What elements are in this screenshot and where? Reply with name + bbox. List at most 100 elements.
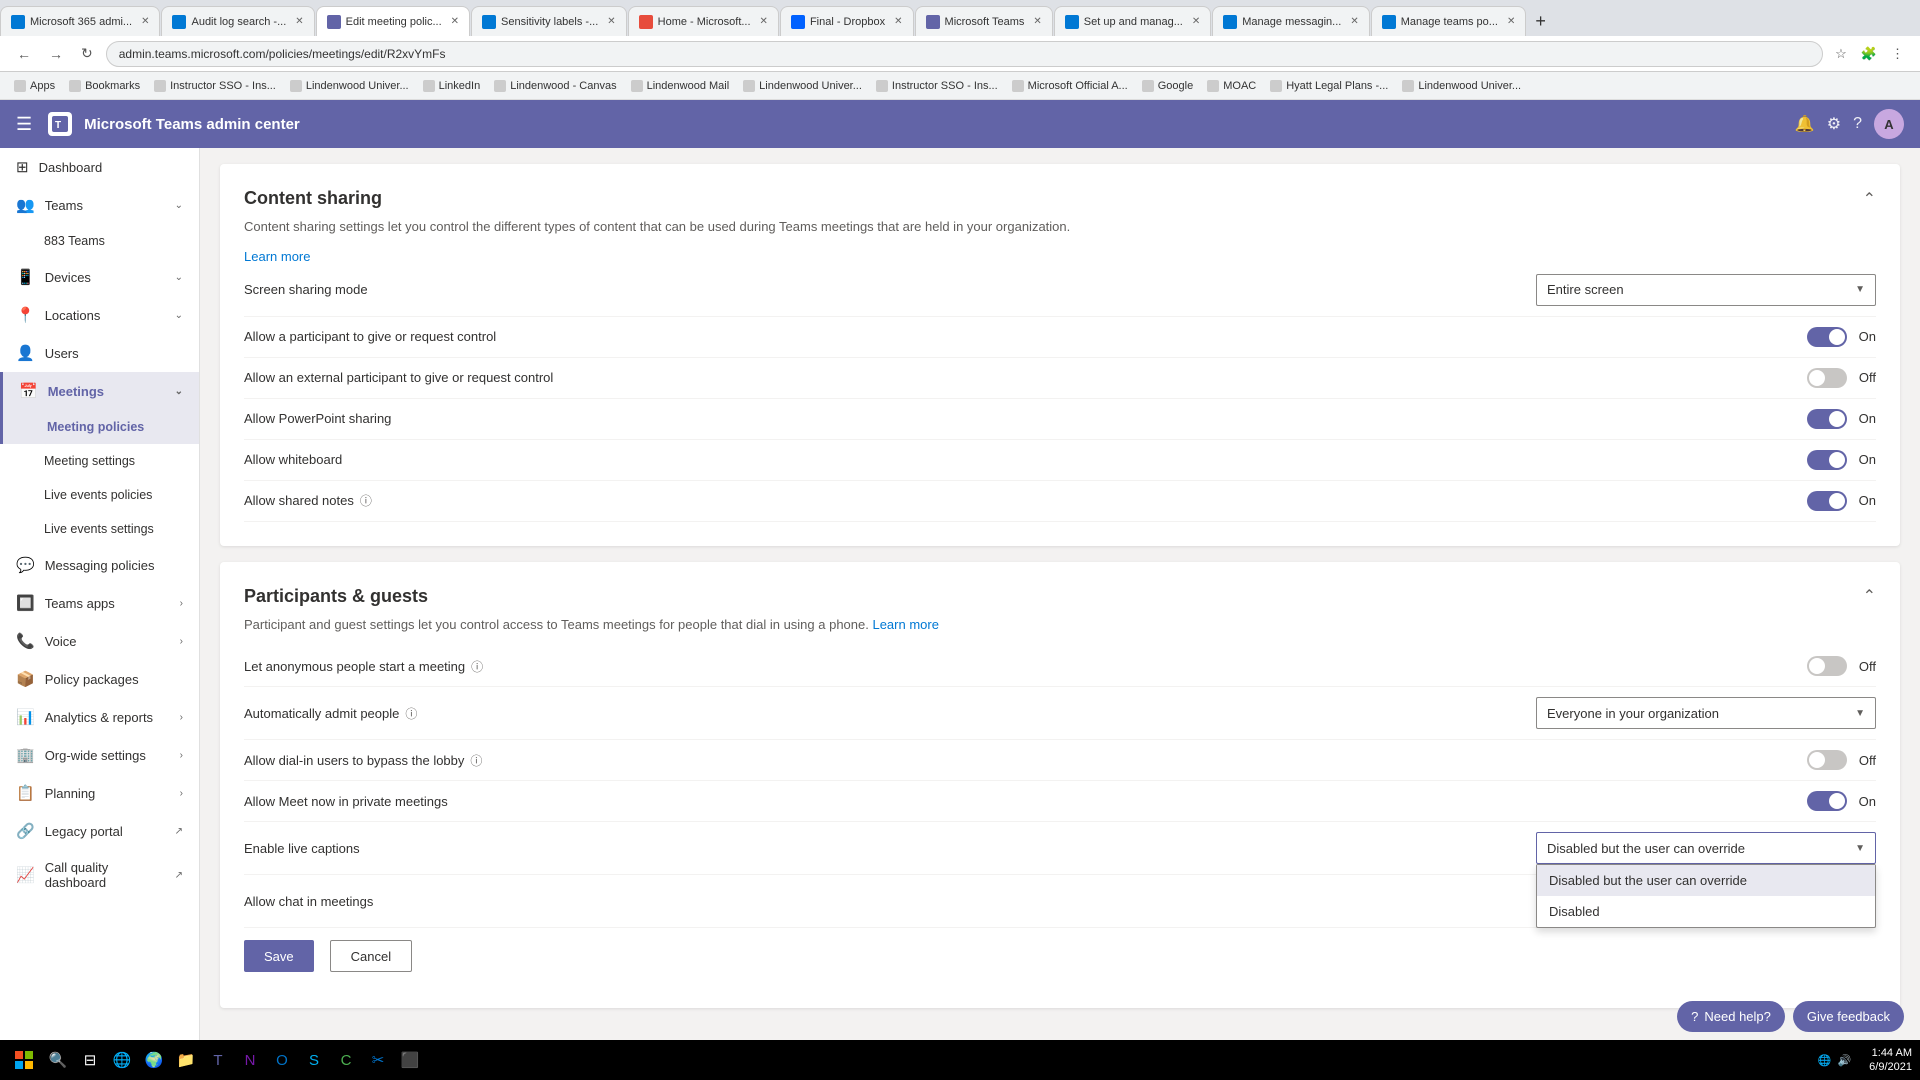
bookmark-item[interactable]: Lindenwood Univer...	[284, 78, 415, 94]
taskbar-search[interactable]: 🔍	[44, 1046, 72, 1074]
sidebar-item-dashboard[interactable]: ⊞Dashboard	[0, 148, 199, 186]
bookmark-btn[interactable]: ☆	[1831, 44, 1851, 64]
tab-t9[interactable]: Manage messagin...✕	[1212, 6, 1369, 36]
taskbar-snip[interactable]: ✂	[364, 1046, 392, 1074]
user-avatar[interactable]: A	[1874, 109, 1904, 139]
auto-admit-dropdown-btn[interactable]: Everyone in your organization ▼	[1536, 697, 1876, 729]
help-icon[interactable]: ?	[1853, 115, 1862, 133]
bookmark-item[interactable]: Lindenwood - Canvas	[488, 78, 622, 94]
sidebar-item-meetings[interactable]: 📅Meetings⌄	[0, 372, 199, 410]
dial-in-bypass-info-icon[interactable]: ⓘ	[470, 752, 482, 769]
tab-t5[interactable]: Home - Microsoft...✕	[628, 6, 779, 36]
powerpoint-toggle-btn[interactable]	[1807, 409, 1847, 429]
bookmark-item[interactable]: Google	[1136, 78, 1199, 94]
taskbar-extras[interactable]: ⬛	[396, 1046, 424, 1074]
sidebar-label-org-settings: Org-wide settings	[45, 748, 146, 763]
bookmark-item[interactable]: Apps	[8, 78, 61, 94]
participants-collapse[interactable]: ⌃	[1863, 586, 1876, 606]
sidebar-item-teams-manage[interactable]: 883 Teams	[0, 224, 199, 258]
taskbar-clock[interactable]: 1:44 AM 6/9/2021	[1869, 1046, 1912, 1075]
dial-in-bypass-toggle-btn[interactable]	[1807, 750, 1847, 770]
sidebar-item-voice[interactable]: 📞Voice›	[0, 622, 199, 660]
tab-t1[interactable]: Microsoft 365 admi...✕	[0, 6, 160, 36]
sidebar-item-legacy-portal[interactable]: 🔗Legacy portal↗	[0, 812, 199, 850]
sidebar-item-policy-packages[interactable]: 📦Policy packages	[0, 660, 199, 698]
sidebar-item-messaging-policies[interactable]: 💬Messaging policies	[0, 546, 199, 584]
screen-sharing-dropdown-btn[interactable]: Entire screen ▼	[1536, 274, 1876, 306]
taskbar-edge[interactable]: 🌐	[108, 1046, 136, 1074]
back-btn[interactable]: ←	[12, 44, 36, 64]
taskbar-ie[interactable]: 🌍	[140, 1046, 168, 1074]
reload-btn[interactable]: ↻	[76, 43, 98, 64]
taskbar-volume-icon[interactable]: 🔊	[1837, 1054, 1851, 1067]
taskbar-outlook[interactable]: O	[268, 1046, 296, 1074]
auto-admit-info-icon[interactable]: ⓘ	[405, 705, 417, 722]
hamburger-menu[interactable]: ☰	[16, 114, 32, 135]
tab-t8[interactable]: Set up and manag...✕	[1054, 6, 1211, 36]
sidebar-item-meeting-settings[interactable]: Meeting settings	[0, 444, 199, 478]
need-help-button[interactable]: ? Need help?	[1677, 1001, 1785, 1032]
sidebar-item-org-settings[interactable]: 🏢Org-wide settings›	[0, 736, 199, 774]
taskbar-onenote[interactable]: N	[236, 1046, 264, 1074]
sidebar-item-planning[interactable]: 📋Planning›	[0, 774, 199, 812]
taskbar-network-icon[interactable]: 🌐	[1818, 1054, 1832, 1067]
address-input[interactable]: admin.teams.microsoft.com/policies/meeti…	[106, 41, 1823, 67]
tab-t2[interactable]: Audit log search -...✕	[161, 6, 314, 36]
forward-btn[interactable]: →	[44, 44, 68, 64]
sidebar-item-call-quality[interactable]: 📈Call quality dashboard↗	[0, 850, 199, 900]
bookmark-item[interactable]: Lindenwood Univer...	[737, 78, 868, 94]
tab-t7[interactable]: Microsoft Teams✕	[915, 6, 1053, 36]
bookmark-item[interactable]: MOAC	[1201, 78, 1262, 94]
new-tab-button[interactable]: +	[1527, 6, 1647, 36]
sidebar-item-locations[interactable]: 📍Locations⌄	[0, 296, 199, 334]
start-button[interactable]	[8, 1044, 40, 1076]
tab-t3[interactable]: Edit meeting polic...✕	[316, 6, 470, 36]
bookmark-item[interactable]: LinkedIn	[417, 78, 487, 94]
tab-t10[interactable]: Manage teams po...✕	[1371, 6, 1527, 36]
sidebar-item-analytics[interactable]: 📊Analytics & reports›	[0, 698, 199, 736]
give-feedback-button[interactable]: Give feedback	[1793, 1001, 1904, 1032]
sidebar-label-messaging-policies: Messaging policies	[45, 558, 155, 573]
taskbar-explorer[interactable]: 📁	[172, 1046, 200, 1074]
menu-btn[interactable]: ⋮	[1887, 44, 1908, 64]
bookmark-item[interactable]: Lindenwood Univer...	[1396, 78, 1527, 94]
anonymous-start-info-icon[interactable]: ⓘ	[471, 658, 483, 675]
anonymous-start-toggle-btn[interactable]	[1807, 656, 1847, 676]
tab-t4[interactable]: Sensitivity labels -...✕	[471, 6, 627, 36]
taskbar-teams[interactable]: T	[204, 1046, 232, 1074]
external-control-toggle-btn[interactable]	[1807, 368, 1847, 388]
bookmark-item[interactable]: Instructor SSO - Ins...	[870, 78, 1004, 94]
sidebar-item-live-events-policies[interactable]: Live events policies	[0, 478, 199, 512]
live-captions-option-1[interactable]: Disabled but the user can override	[1537, 865, 1875, 896]
participants-learn-more[interactable]: Learn more	[872, 617, 938, 632]
sidebar-item-live-events-settings[interactable]: Live events settings	[0, 512, 199, 546]
bookmark-item[interactable]: Lindenwood Mail	[625, 78, 736, 94]
save-button[interactable]: Save	[244, 940, 314, 972]
shared-notes-toggle-btn[interactable]	[1807, 491, 1847, 511]
meet-now-toggle-btn[interactable]	[1807, 791, 1847, 811]
bookmark-item[interactable]: Bookmarks	[63, 78, 146, 94]
taskbar-chrome[interactable]: C	[332, 1046, 360, 1074]
live-captions-option-2[interactable]: Disabled	[1537, 896, 1875, 927]
sidebar-item-devices[interactable]: 📱Devices⌄	[0, 258, 199, 296]
extensions-btn[interactable]: 🧩	[1857, 44, 1881, 64]
settings-icon[interactable]: ⚙	[1827, 114, 1841, 134]
live-captions-dropdown-btn[interactable]: Disabled but the user can override ▼	[1536, 832, 1876, 864]
content-sharing-learn-more[interactable]: Learn more	[244, 249, 310, 264]
cancel-button[interactable]: Cancel	[330, 940, 412, 972]
whiteboard-toggle-btn[interactable]	[1807, 450, 1847, 470]
sidebar-item-teams-apps[interactable]: 🔲Teams apps›	[0, 584, 199, 622]
tab-t6[interactable]: Final - Dropbox✕	[780, 6, 914, 36]
content-sharing-collapse[interactable]: ⌃	[1863, 189, 1876, 209]
bookmark-item[interactable]: Hyatt Legal Plans -...	[1264, 78, 1394, 94]
taskbar-task-view[interactable]: ⊟	[76, 1046, 104, 1074]
bookmark-item[interactable]: Instructor SSO - Ins...	[148, 78, 282, 94]
sidebar-item-teams[interactable]: 👥Teams⌄	[0, 186, 199, 224]
notification-icon[interactable]: 🔔	[1795, 114, 1815, 134]
sidebar-item-meeting-policies[interactable]: Meeting policies	[0, 410, 199, 444]
give-request-control-toggle-btn[interactable]	[1807, 327, 1847, 347]
shared-notes-info-icon[interactable]: ⓘ	[360, 492, 372, 509]
taskbar-skype[interactable]: S	[300, 1046, 328, 1074]
sidebar-item-users[interactable]: 👤Users	[0, 334, 199, 372]
bookmark-item[interactable]: Microsoft Official A...	[1006, 78, 1134, 94]
